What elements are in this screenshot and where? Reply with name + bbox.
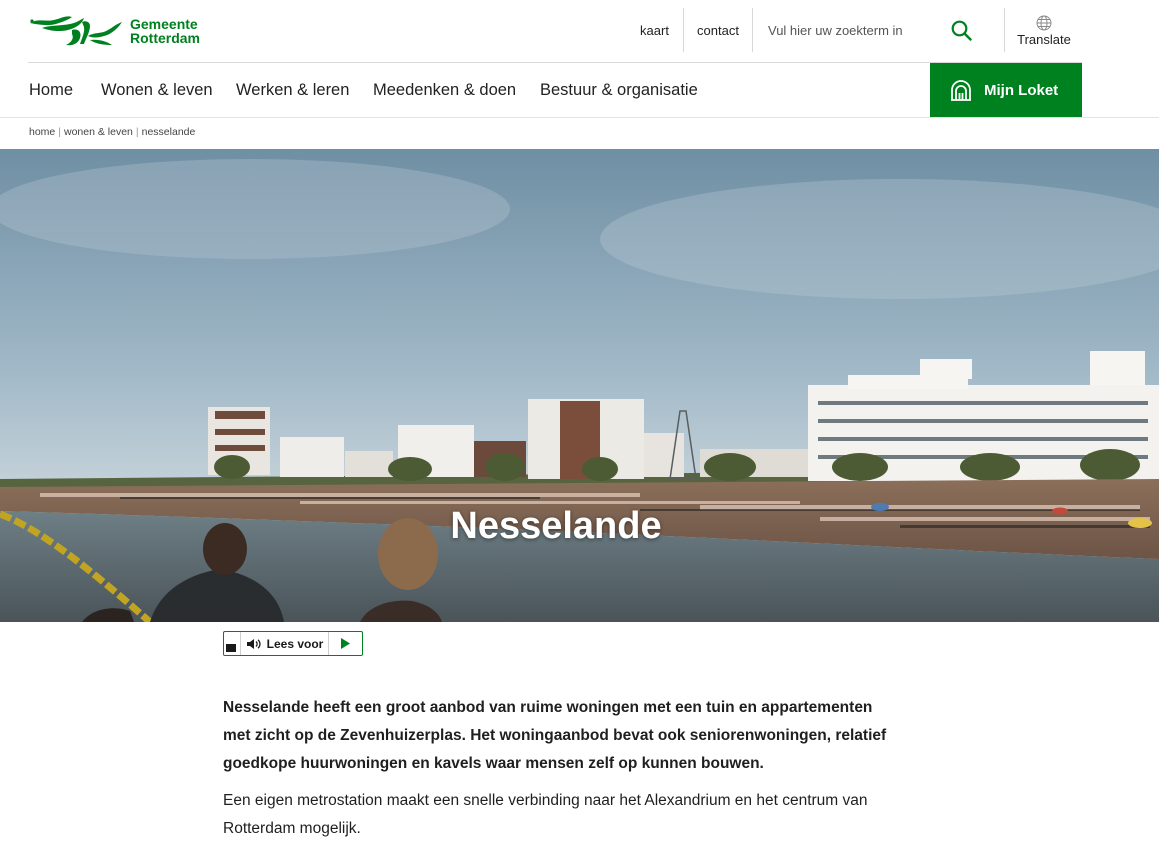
nav-item-werken-leren[interactable]: Werken & leren	[236, 81, 349, 100]
hero-banner: Nesselande	[0, 149, 1159, 622]
menu-icon	[226, 644, 236, 652]
nav-item-home[interactable]: Home	[29, 81, 73, 100]
play-icon	[341, 638, 350, 649]
nav-divider	[0, 117, 1159, 118]
breadcrumb: home | wonen & leven | nesselande	[29, 126, 195, 138]
nav-item-wonen-leven[interactable]: Wonen & leven	[101, 81, 213, 100]
main-nav: Home Wonen & leven Werken & leren Meeden…	[0, 63, 1159, 117]
nav-item-bestuur-organisatie[interactable]: Bestuur & organisatie	[540, 81, 698, 100]
page-title: Nesselande	[450, 505, 662, 547]
breadcrumb-home[interactable]: home	[29, 126, 55, 138]
nav-item-meedenken-doen[interactable]: Meedenken & doen	[373, 81, 516, 100]
search-button[interactable]	[946, 16, 976, 44]
brand-name: Gemeente Rotterdam	[130, 17, 200, 45]
brand-name-line1: Gemeente	[130, 16, 198, 32]
rotterdam-logo-icon	[30, 16, 122, 46]
intro-paragraph: Nesselande heeft een groot aanbod van ru…	[223, 699, 887, 772]
map-link[interactable]: kaart	[626, 8, 684, 52]
breadcrumb-separator: |	[135, 126, 139, 138]
translate-button[interactable]: Translate	[1006, 8, 1082, 52]
mijn-loket-label: Mijn Loket	[984, 81, 1059, 99]
search-input[interactable]	[768, 20, 938, 40]
beach-photo	[0, 149, 1159, 622]
translate-label: Translate	[1017, 32, 1071, 47]
contact-link[interactable]: contact	[684, 8, 753, 52]
body-paragraph: Een eigen metrostation maakt een snelle …	[223, 792, 868, 837]
mijn-loket-button[interactable]: Mijn Loket	[930, 63, 1082, 117]
read-aloud-widget: Lees voor	[223, 631, 363, 656]
speaker-icon	[246, 638, 261, 649]
globe-icon	[1036, 15, 1052, 31]
read-aloud-menu-button[interactable]	[224, 632, 240, 655]
search-icon	[951, 20, 972, 41]
read-aloud-label: Lees voor	[266, 636, 324, 651]
breadcrumb-wonen-leven[interactable]: wonen & leven	[64, 126, 133, 138]
search-box	[754, 8, 1005, 52]
brand-name-line2: Rotterdam	[130, 30, 201, 46]
counter-icon	[951, 80, 971, 101]
read-aloud-button[interactable]: Lees voor	[240, 632, 329, 655]
play-button[interactable]	[329, 632, 362, 655]
breadcrumb-current: nesselande	[141, 126, 196, 138]
top-bar: Gemeente Rotterdam kaart contact Transla…	[0, 0, 1159, 62]
logo[interactable]: Gemeente Rotterdam	[28, 14, 200, 48]
breadcrumb-separator: |	[58, 126, 61, 138]
